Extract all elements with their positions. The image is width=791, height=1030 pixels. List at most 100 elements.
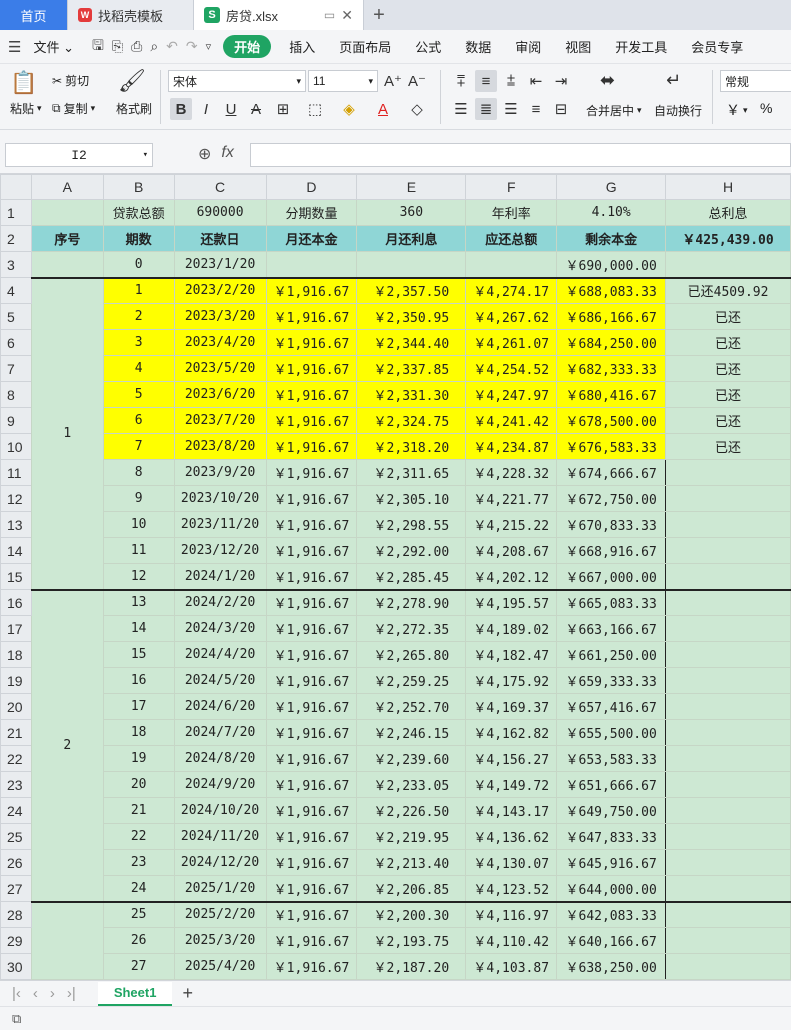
cell-f21[interactable]: ￥4,162.82 bbox=[465, 719, 558, 746]
redo-icon[interactable]: ↷ bbox=[186, 38, 198, 55]
cell-d12[interactable]: ￥1,916.67 bbox=[265, 485, 358, 512]
cell-e4[interactable]: ￥2,357.50 bbox=[356, 276, 467, 304]
cell-h3[interactable] bbox=[665, 251, 791, 278]
row-header[interactable]: 4 bbox=[0, 277, 32, 304]
col-header-c[interactable]: C bbox=[173, 174, 267, 200]
cell-c28[interactable]: 2025/2/20 bbox=[173, 900, 267, 928]
cell-c2[interactable]: 还款日 bbox=[173, 225, 267, 252]
cell-c15[interactable]: 2024/1/20 bbox=[173, 563, 267, 590]
cell-d15[interactable]: ￥1,916.67 bbox=[265, 563, 358, 590]
cell-g7[interactable]: ￥682,333.33 bbox=[556, 355, 667, 382]
row-header[interactable]: 21 bbox=[0, 719, 32, 746]
align-bottom-icon[interactable]: ⩲ bbox=[500, 70, 522, 92]
cell-b5[interactable]: 2 bbox=[102, 303, 175, 330]
cell-c30[interactable]: 2025/4/20 bbox=[173, 953, 267, 980]
cell-d10[interactable]: ￥1,916.67 bbox=[265, 433, 358, 460]
cell-h1[interactable]: 总利息 bbox=[665, 199, 791, 226]
cell-f4[interactable]: ￥4,274.17 bbox=[465, 276, 558, 304]
row-header[interactable]: 1 bbox=[0, 199, 32, 226]
cell-f11[interactable]: ￥4,228.32 bbox=[465, 459, 558, 486]
cell-e17[interactable]: ￥2,272.35 bbox=[356, 615, 467, 642]
cell-e30[interactable]: ￥2,187.20 bbox=[356, 953, 467, 980]
cell-g3[interactable]: ￥690,000.00 bbox=[556, 251, 667, 278]
cell-b24[interactable]: 21 bbox=[102, 797, 175, 824]
cell-g5[interactable]: ￥686,166.67 bbox=[556, 303, 667, 330]
row-header[interactable]: 15 bbox=[0, 563, 32, 590]
cell-d9[interactable]: ￥1,916.67 bbox=[265, 407, 358, 434]
first-sheet-icon[interactable]: |‹ bbox=[12, 985, 21, 1002]
cell-b13[interactable]: 10 bbox=[102, 511, 175, 538]
row-header[interactable]: 17 bbox=[0, 615, 32, 642]
justify-icon[interactable]: ≡ bbox=[525, 98, 547, 120]
cell-d3[interactable] bbox=[265, 251, 358, 278]
cell-d20[interactable]: ￥1,916.67 bbox=[265, 693, 358, 720]
font-color-icon[interactable]: A bbox=[372, 98, 394, 120]
cell-d14[interactable]: ￥1,916.67 bbox=[265, 537, 358, 564]
cell-b12[interactable]: 9 bbox=[102, 485, 175, 512]
cell-e6[interactable]: ￥2,344.40 bbox=[356, 329, 467, 356]
row-header[interactable]: 18 bbox=[0, 641, 32, 668]
col-header-g[interactable]: G bbox=[556, 174, 667, 200]
cell-g9[interactable]: ￥678,500.00 bbox=[556, 407, 667, 434]
cell-e14[interactable]: ￥2,292.00 bbox=[356, 537, 467, 564]
cell-e23[interactable]: ￥2,233.05 bbox=[356, 771, 467, 798]
cell-c24[interactable]: 2024/10/20 bbox=[173, 797, 267, 824]
more-icon[interactable]: ▿ bbox=[206, 40, 212, 53]
row-header[interactable]: 30 bbox=[0, 953, 32, 980]
cell-h30[interactable] bbox=[665, 953, 791, 980]
cell-g12[interactable]: ￥672,750.00 bbox=[556, 485, 667, 512]
cell-e26[interactable]: ￥2,213.40 bbox=[356, 849, 467, 876]
cell-d27[interactable]: ￥1,916.67 bbox=[265, 875, 358, 902]
align-center-icon[interactable]: ≣ bbox=[475, 98, 497, 120]
wrap-icon[interactable]: ↵ bbox=[666, 70, 681, 91]
wrap-text-button[interactable]: 自动换行 bbox=[654, 102, 702, 119]
cell-e12[interactable]: ￥2,305.10 bbox=[356, 485, 467, 512]
cell-e19[interactable]: ￥2,259.25 bbox=[356, 667, 467, 694]
menu-item-insert[interactable]: 插入 bbox=[277, 37, 327, 56]
cell-c1[interactable]: 690000 bbox=[173, 199, 267, 226]
name-box[interactable]: I2 ▾ bbox=[5, 143, 153, 167]
prev-sheet-icon[interactable]: ‹ bbox=[33, 985, 38, 1002]
row-header[interactable]: 6 bbox=[0, 329, 32, 356]
indent-increase-icon[interactable]: ⇥ bbox=[550, 70, 572, 92]
cell-b17[interactable]: 14 bbox=[102, 615, 175, 642]
cell-a2[interactable]: 序号 bbox=[30, 225, 104, 252]
cell-g2[interactable]: 剩余本金 bbox=[556, 225, 667, 252]
cell-f13[interactable]: ￥4,215.22 bbox=[465, 511, 558, 538]
row-header[interactable]: 19 bbox=[0, 667, 32, 694]
cell-a3[interactable] bbox=[30, 251, 104, 278]
cell-d18[interactable]: ￥1,916.67 bbox=[265, 641, 358, 668]
cell-d22[interactable]: ￥1,916.67 bbox=[265, 745, 358, 772]
row-header[interactable]: 20 bbox=[0, 693, 32, 720]
cell-g19[interactable]: ￥659,333.33 bbox=[556, 667, 667, 694]
cell-c14[interactable]: 2023/12/20 bbox=[173, 537, 267, 564]
copy-button[interactable]: ⧉ 复制 ▾ bbox=[52, 100, 95, 117]
format-painter-button[interactable]: 格式刷 bbox=[116, 100, 152, 117]
cell-g10[interactable]: ￥676,583.33 bbox=[556, 433, 667, 460]
last-sheet-icon[interactable]: ›| bbox=[67, 985, 76, 1002]
cell-f22[interactable]: ￥4,156.27 bbox=[465, 745, 558, 772]
cell-b20[interactable]: 17 bbox=[102, 693, 175, 720]
cell-c5[interactable]: 2023/3/20 bbox=[173, 303, 267, 330]
number-format-select[interactable]: 常规 bbox=[720, 70, 791, 92]
cell-e27[interactable]: ￥2,206.85 bbox=[356, 875, 467, 902]
row-header[interactable]: 16 bbox=[0, 589, 32, 616]
strikethrough-button[interactable]: A bbox=[245, 98, 267, 120]
cell-e5[interactable]: ￥2,350.95 bbox=[356, 303, 467, 330]
cell-e7[interactable]: ￥2,337.85 bbox=[356, 355, 467, 382]
cell-d28[interactable]: ￥1,916.67 bbox=[265, 900, 358, 928]
hamburger-icon[interactable]: ☰ bbox=[8, 38, 21, 56]
cell-f9[interactable]: ￥4,241.42 bbox=[465, 407, 558, 434]
tab-home[interactable]: 首页 bbox=[0, 0, 68, 30]
cell-d25[interactable]: ￥1,916.67 bbox=[265, 823, 358, 850]
row-header[interactable]: 24 bbox=[0, 797, 32, 824]
cell-d4[interactable]: ￥1,916.67 bbox=[265, 276, 358, 304]
cell-b25[interactable]: 22 bbox=[102, 823, 175, 850]
fx-icon[interactable]: fx bbox=[221, 144, 233, 164]
cell-h20[interactable] bbox=[665, 693, 791, 720]
cell-h6[interactable]: 已还 bbox=[665, 329, 791, 356]
cell-f15[interactable]: ￥4,202.12 bbox=[465, 563, 558, 590]
cell-d17[interactable]: ￥1,916.67 bbox=[265, 615, 358, 642]
cell-g1[interactable]: 4.10% bbox=[556, 199, 667, 226]
cut-button[interactable]: ✂ 剪切 bbox=[52, 72, 89, 89]
